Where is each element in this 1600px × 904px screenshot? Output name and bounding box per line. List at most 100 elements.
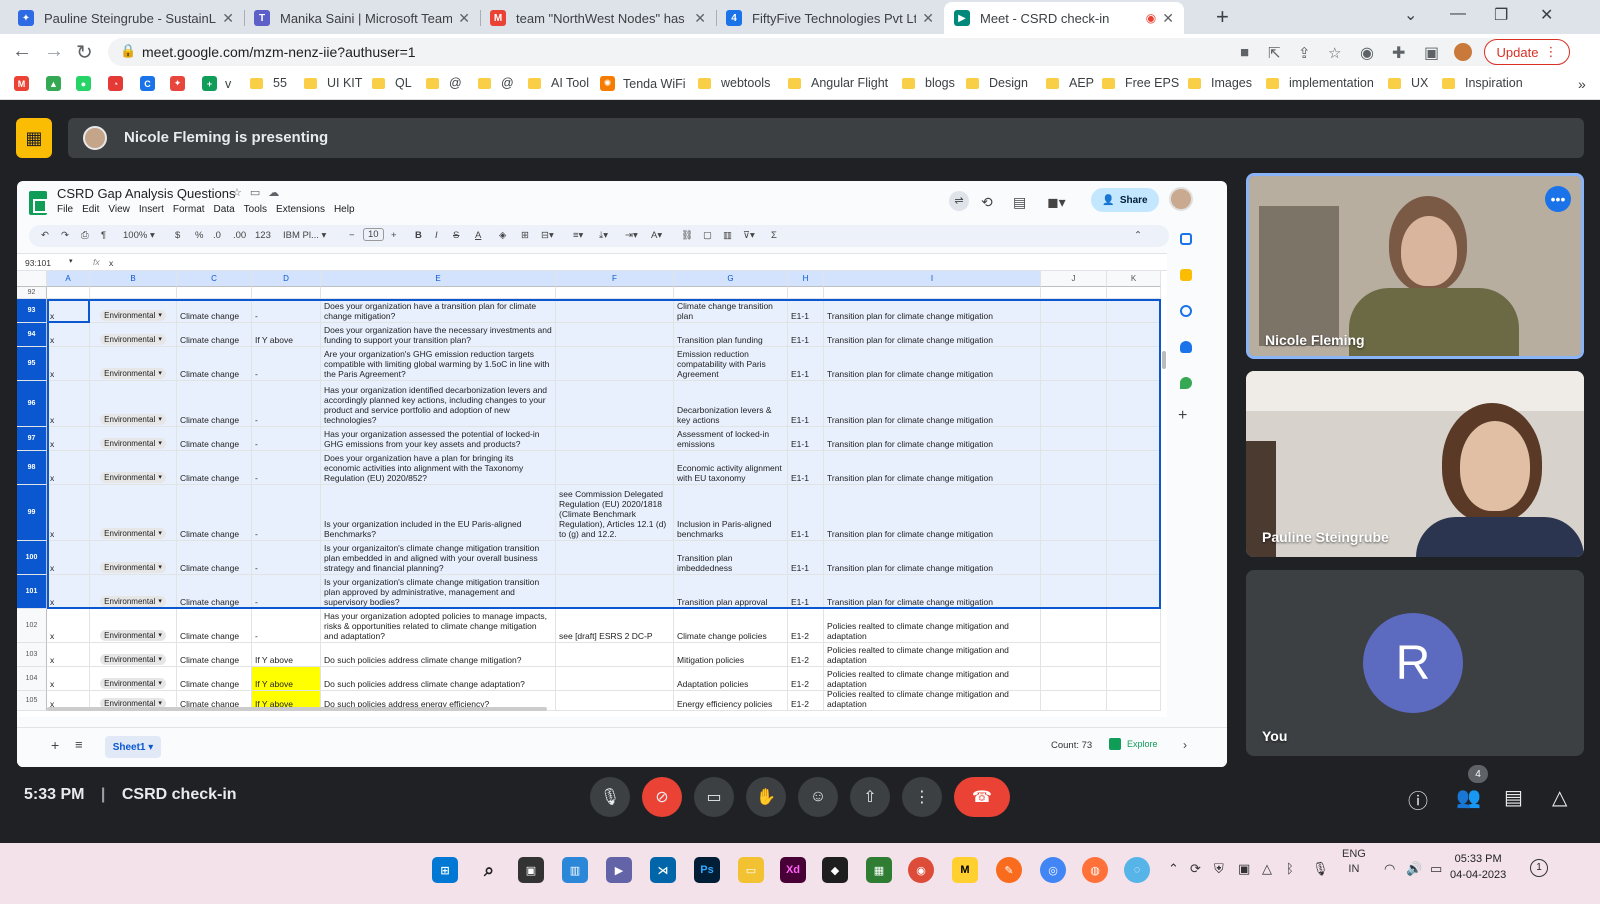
presentation-mode-icon[interactable]: ⇌ bbox=[949, 191, 969, 211]
decrease-decimal-icon[interactable]: .0 bbox=[213, 230, 221, 241]
bookmark-folder[interactable]: blogs bbox=[902, 76, 955, 90]
increase-decimal-icon[interactable]: .00 bbox=[233, 230, 246, 241]
battery-icon[interactable]: ▭ bbox=[1430, 861, 1442, 877]
table-cell[interactable]: - bbox=[252, 347, 321, 381]
table-cell[interactable] bbox=[1041, 347, 1107, 381]
table-cell[interactable]: x bbox=[47, 667, 90, 691]
table-cell[interactable]: Climate change bbox=[177, 323, 252, 347]
tray-app-icon[interactable]: ▣ bbox=[1238, 861, 1250, 877]
table-cell[interactable]: E1-1 bbox=[788, 427, 824, 451]
table-cell[interactable] bbox=[556, 347, 674, 381]
table-cell[interactable] bbox=[1041, 643, 1107, 667]
row-header[interactable]: 105 bbox=[17, 691, 47, 711]
table-cell[interactable]: Policies realted to climate change mitig… bbox=[824, 667, 1041, 691]
column-header[interactable]: E bbox=[321, 271, 556, 287]
table-cell[interactable]: x bbox=[47, 451, 90, 485]
zoom-select[interactable]: 100% ▾ bbox=[123, 230, 155, 241]
category-chip[interactable]: Environmental bbox=[100, 368, 166, 379]
table-cell[interactable]: x bbox=[47, 381, 90, 427]
vertical-scrollbar[interactable] bbox=[1161, 271, 1167, 717]
row-header[interactable]: 102 bbox=[17, 609, 47, 643]
contacts-icon[interactable] bbox=[1180, 341, 1192, 353]
table-cell[interactable]: Environmental bbox=[90, 451, 177, 485]
browser-tab[interactable]: ▶ Meet - CSRD check-in ◉ ✕ bbox=[944, 2, 1184, 34]
column-header[interactable]: J bbox=[1041, 271, 1107, 287]
table-cell[interactable]: Economic activity alignment with EU taxo… bbox=[674, 451, 788, 485]
task-view-icon[interactable]: ▣ bbox=[518, 857, 544, 883]
functions-icon[interactable]: Σ bbox=[771, 230, 777, 241]
table-cell[interactable] bbox=[1041, 451, 1107, 485]
scrollbar-thumb[interactable] bbox=[1162, 351, 1166, 369]
table-cell[interactable] bbox=[1107, 381, 1161, 427]
font-size-decrease-icon[interactable]: − bbox=[349, 230, 355, 241]
camera-off-button[interactable]: ⊘ bbox=[642, 777, 682, 817]
table-cell[interactable] bbox=[1107, 691, 1161, 711]
table-cell[interactable]: Policies realted to climate change mitig… bbox=[824, 643, 1041, 667]
table-cell[interactable]: Climate change bbox=[177, 299, 252, 323]
table-cell[interactable]: Does your organization have the necessar… bbox=[321, 323, 556, 347]
fill-color-icon[interactable]: ◈ bbox=[499, 230, 506, 241]
table-cell[interactable]: x bbox=[47, 575, 90, 609]
borders-icon[interactable]: ⊞ bbox=[521, 230, 529, 241]
table-cell[interactable]: Adaptation policies bbox=[674, 667, 788, 691]
bookmark-folder[interactable]: Inspiration bbox=[1442, 76, 1523, 90]
table-cell[interactable] bbox=[1041, 575, 1107, 609]
print-icon[interactable]: ⎙ bbox=[81, 230, 89, 241]
row-header[interactable]: 94 bbox=[17, 323, 47, 347]
table-cell[interactable]: Climate change bbox=[177, 427, 252, 451]
font-size-input[interactable]: 10 bbox=[363, 228, 384, 241]
table-cell[interactable]: E1-1 bbox=[788, 451, 824, 485]
table-cell[interactable]: Energy efficiency policies bbox=[674, 691, 788, 711]
menu-item-file[interactable]: File bbox=[57, 204, 73, 215]
table-cell[interactable]: Mitigation policies bbox=[674, 643, 788, 667]
meet-icon[interactable]: ◼▾ bbox=[1047, 194, 1066, 211]
table-cell[interactable]: Transition plan imbeddedness bbox=[674, 541, 788, 575]
category-chip[interactable]: Environmental bbox=[100, 562, 166, 573]
table-cell[interactable]: If Y above bbox=[252, 643, 321, 667]
volume-icon[interactable]: 🔊 bbox=[1406, 861, 1422, 877]
table-cell[interactable]: Climate change bbox=[177, 451, 252, 485]
table-cell[interactable]: - bbox=[252, 427, 321, 451]
table-cell[interactable] bbox=[674, 287, 788, 299]
table-cell[interactable] bbox=[1041, 323, 1107, 347]
table-cell[interactable]: E1-2 bbox=[788, 667, 824, 691]
table-cell[interactable] bbox=[556, 643, 674, 667]
table-cell[interactable]: E1-2 bbox=[788, 691, 824, 711]
formula-input[interactable]: x bbox=[109, 258, 113, 268]
paint-format-icon[interactable]: ¶ bbox=[101, 230, 106, 241]
browser-tab[interactable]: Mteam "NorthWest Nodes" has be ✕ bbox=[480, 2, 716, 34]
table-cell[interactable]: Environmental bbox=[90, 541, 177, 575]
table-cell[interactable]: Assessment of locked-in emissions bbox=[674, 427, 788, 451]
table-cell[interactable]: x bbox=[47, 347, 90, 381]
table-cell[interactable] bbox=[1107, 287, 1161, 299]
table-cell[interactable]: Emission reduction compatability with Pa… bbox=[674, 347, 788, 381]
table-cell[interactable]: Climate change bbox=[177, 667, 252, 691]
bookmark-folder[interactable]: 55 bbox=[250, 76, 287, 90]
tab-close-icon[interactable]: ✕ bbox=[458, 10, 470, 27]
chat-icon[interactable]: ▤ bbox=[1504, 785, 1523, 810]
open-in-new-icon[interactable]: ⇱ bbox=[1268, 44, 1281, 62]
table-cell[interactable]: Has your organization adopted policies t… bbox=[321, 609, 556, 643]
tab-search-icon[interactable]: ⌄ bbox=[1404, 5, 1417, 25]
search-icon[interactable]: ⌕ bbox=[476, 857, 502, 883]
table-cell[interactable]: Environmental bbox=[90, 381, 177, 427]
table-cell[interactable] bbox=[556, 451, 674, 485]
table-cell[interactable]: Environmental bbox=[90, 667, 177, 691]
menu-item-view[interactable]: View bbox=[108, 204, 130, 215]
language-indicator[interactable]: ENG IN bbox=[1342, 847, 1366, 877]
bookmark-folder[interactable]: @ bbox=[426, 76, 462, 90]
row-header[interactable]: 100 bbox=[17, 541, 47, 575]
calendar-icon[interactable] bbox=[1180, 233, 1192, 245]
table-cell[interactable]: Climate change bbox=[177, 575, 252, 609]
bold-icon[interactable]: B bbox=[415, 230, 422, 241]
tab-close-icon[interactable]: ✕ bbox=[694, 10, 706, 27]
table-cell[interactable] bbox=[1107, 323, 1161, 347]
table-cell[interactable] bbox=[1107, 667, 1161, 691]
column-header[interactable]: I bbox=[824, 271, 1041, 287]
column-header[interactable]: G bbox=[674, 271, 788, 287]
table-cell[interactable]: Has your organization identified decarbo… bbox=[321, 381, 556, 427]
undo-icon[interactable]: ↶ bbox=[41, 230, 49, 241]
table-cell[interactable]: Climate change policies bbox=[674, 609, 788, 643]
share-button[interactable]: 👤 Share bbox=[1091, 188, 1159, 212]
sheet-tab-sheet1[interactable]: Sheet1 ▾ bbox=[105, 736, 161, 758]
